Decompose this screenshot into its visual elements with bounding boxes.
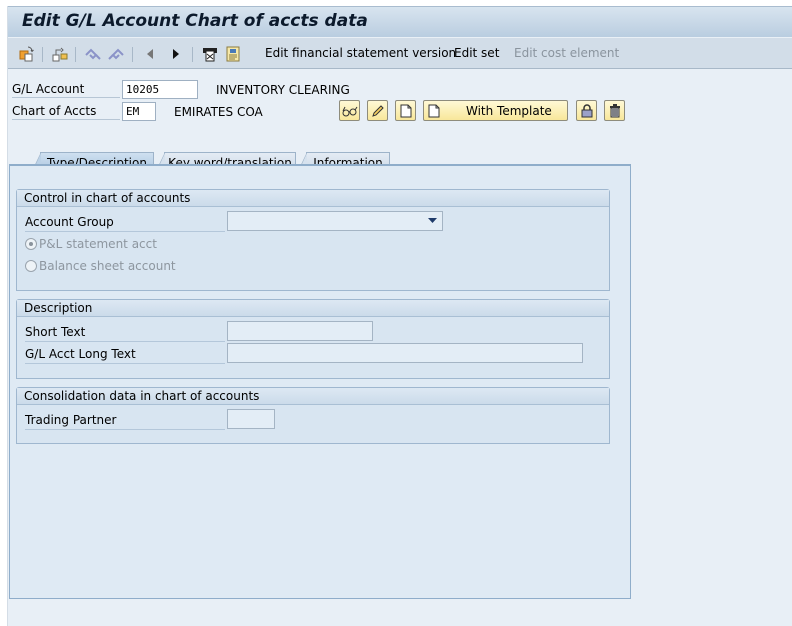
next-item-icon[interactable] <box>167 45 185 63</box>
radio-button <box>25 260 37 272</box>
display-button[interactable] <box>339 100 360 121</box>
change-button[interactable] <box>367 100 388 121</box>
group-title: Consolidation data in chart of accounts <box>17 388 609 405</box>
previous-item-icon[interactable] <box>141 45 159 63</box>
edit-cost-element-button: Edit cost element <box>514 46 620 60</box>
control-chart-of-accounts-group: Control in chart of accounts Account Gro… <box>16 189 610 291</box>
delete-button[interactable] <box>604 100 625 121</box>
group-title: Description <box>17 300 609 317</box>
long-text-field[interactable] <box>227 343 583 363</box>
long-text-label: G/L Acct Long Text <box>25 347 225 364</box>
short-text-field[interactable] <box>227 321 373 341</box>
next-entry-icon[interactable] <box>107 45 125 63</box>
consolidation-data-group: Consolidation data in chart of accounts … <box>16 387 610 444</box>
sap-window: Edit G/L Account Chart of accts data Edi… <box>7 6 792 626</box>
print-icon[interactable] <box>201 45 219 63</box>
trading-partner-label: Trading Partner <box>25 413 225 430</box>
gl-account-description: INVENTORY CLEARING <box>216 83 350 97</box>
create-button[interactable] <box>395 100 416 121</box>
previous-entry-icon[interactable] <box>84 45 102 63</box>
account-group-label: Account Group <box>25 215 225 232</box>
chevron-down-icon <box>428 218 437 223</box>
gl-account-field[interactable]: 10205 <box>122 80 198 99</box>
toolbar-separator <box>132 47 133 62</box>
hierarchy-switch-icon[interactable] <box>51 45 69 63</box>
new-document-icon <box>400 104 411 117</box>
radio-button <box>25 238 37 250</box>
short-text-label: Short Text <box>25 325 225 342</box>
group-title: Control in chart of accounts <box>17 190 609 207</box>
chart-of-accts-field[interactable]: EM <box>122 102 156 121</box>
new-document-icon <box>428 104 440 117</box>
lock-icon <box>581 103 592 117</box>
other-object-icon[interactable] <box>18 45 36 63</box>
pl-statement-radio: P&L statement acct <box>25 237 157 251</box>
chart-of-accts-label: Chart of Accts <box>12 104 120 120</box>
balance-sheet-radio: Balance sheet account <box>25 259 176 273</box>
chart-of-accts-description: EMIRATES COA <box>174 105 263 119</box>
tab-panel-type-description: Control in chart of accounts Account Gro… <box>9 164 631 599</box>
block-button[interactable] <box>576 100 597 121</box>
edit-set-button[interactable]: Edit set <box>454 46 499 60</box>
edit-fs-version-button[interactable]: Edit financial statement version <box>265 46 456 60</box>
trading-partner-field[interactable] <box>227 409 275 429</box>
with-template-label: With Template <box>466 103 552 118</box>
description-group: Description Short Text G/L Acct Long Tex… <box>16 299 610 379</box>
toolbar-separator <box>75 47 76 62</box>
page-title: Edit G/L Account Chart of accts data <box>22 11 368 31</box>
trash-icon <box>609 103 620 117</box>
application-toolbar: Edit financial statement version Edit se… <box>8 37 792 69</box>
gl-account-label: G/L Account <box>12 82 120 98</box>
glasses-icon <box>342 106 357 116</box>
display-document-icon[interactable] <box>224 45 242 63</box>
toolbar-separator <box>192 47 193 62</box>
pencil-icon <box>371 104 384 117</box>
account-group-dropdown[interactable] <box>227 211 443 231</box>
toolbar-separator <box>42 47 43 62</box>
title-bar: Edit G/L Account Chart of accts data <box>8 6 792 37</box>
with-template-button[interactable]: With Template <box>423 100 568 121</box>
